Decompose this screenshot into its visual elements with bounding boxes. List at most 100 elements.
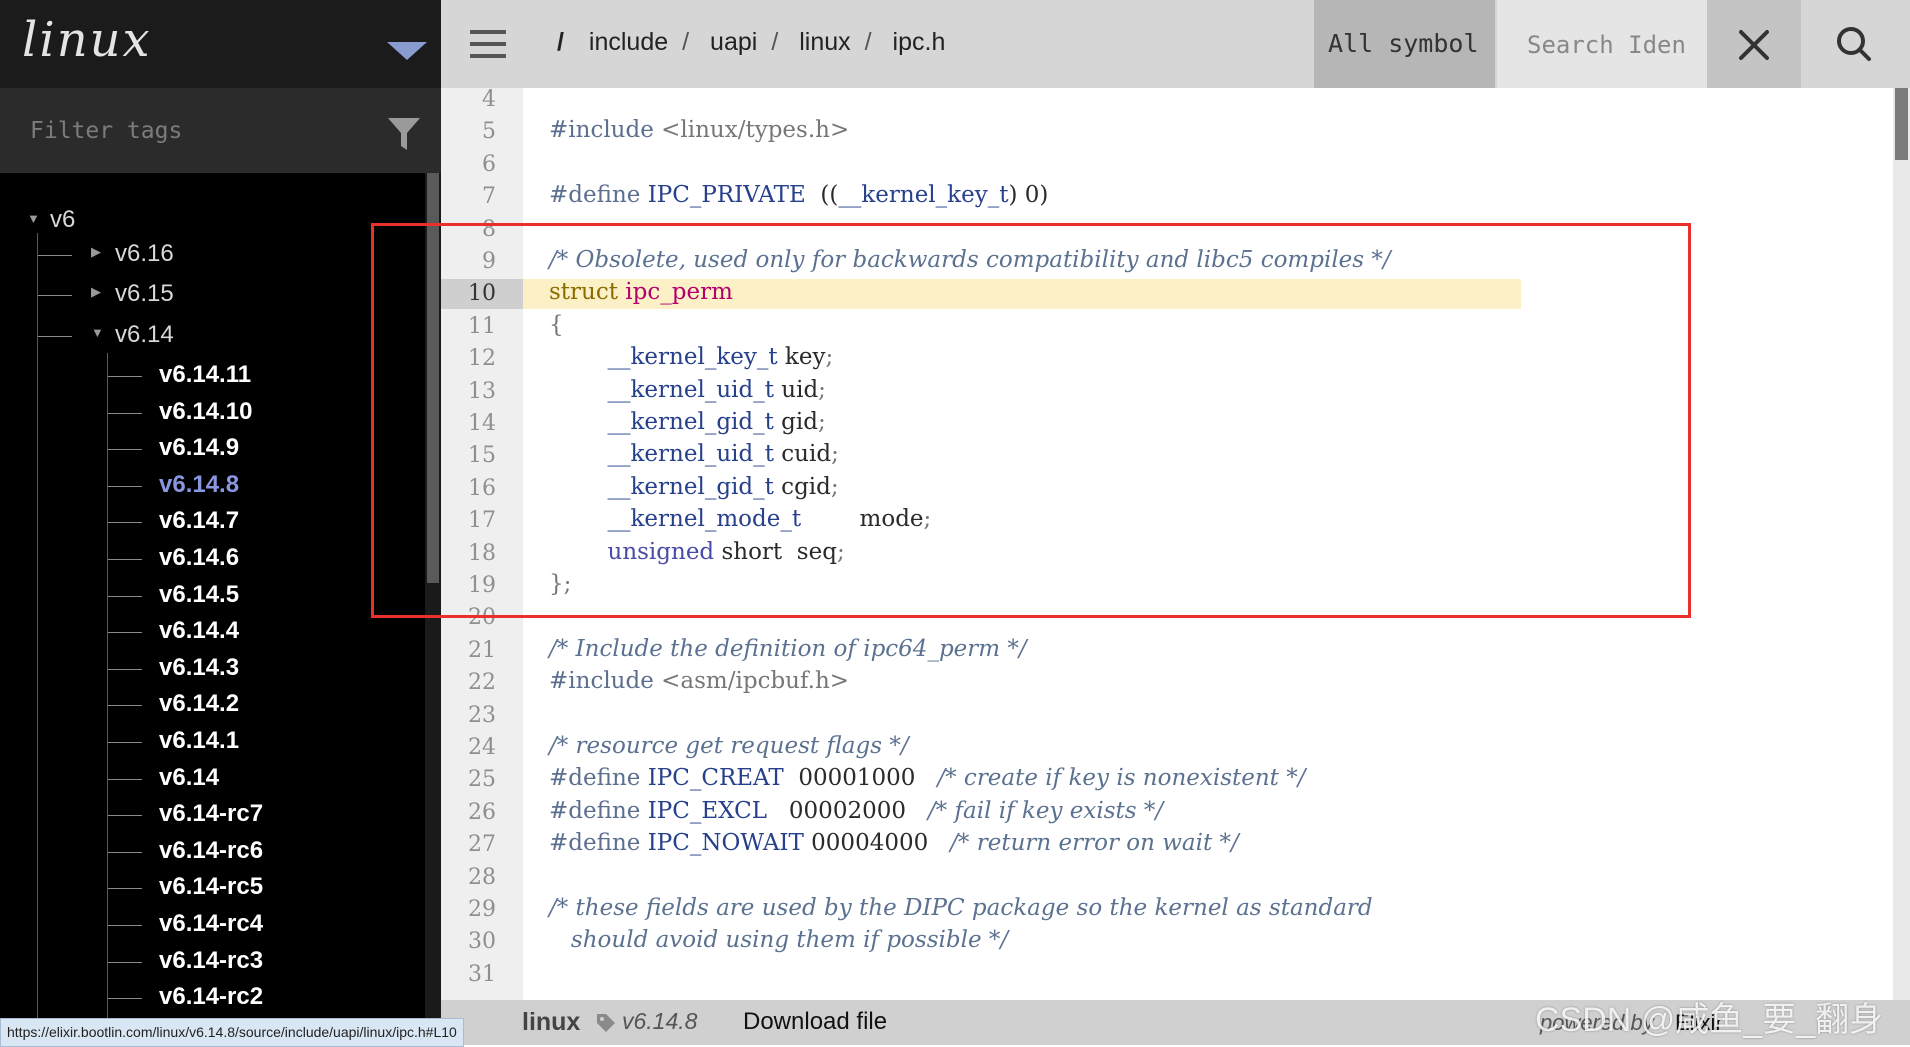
tag-icon	[597, 1014, 615, 1032]
identifier-link[interactable]: __kernel_key_t	[838, 182, 1008, 208]
tree-connector	[108, 925, 142, 926]
dropdown-arrow-icon[interactable]	[387, 42, 427, 60]
close-icon	[1739, 30, 1769, 60]
tree-version-item[interactable]: v6.14.7	[159, 507, 239, 535]
line-number[interactable]: 25	[441, 767, 496, 792]
breadcrumb-item[interactable]: linux	[799, 28, 850, 56]
tree-version-item[interactable]: v6.14.9	[159, 434, 239, 462]
tree-version-item[interactable]: v6.14-rc6	[159, 837, 263, 865]
footer-project[interactable]: linux	[522, 1008, 580, 1037]
code-line: #define IPC_EXCL 00002000 /* fail if key…	[549, 796, 1163, 826]
tree-connector	[108, 668, 142, 670]
code-line: #include <asm/ipcbuf.h>	[549, 666, 849, 696]
line-number[interactable]: 24	[441, 735, 496, 760]
tree-version-item[interactable]: v6.14-rc7	[159, 800, 263, 828]
code-token: 00002000	[766, 797, 928, 824]
code-token: <asm/ipcbuf.h>	[661, 668, 850, 695]
identifier-link[interactable]: IPC_PRIVATE	[648, 182, 806, 208]
identifier-link[interactable]: IPC_NOWAIT	[648, 830, 804, 856]
tree-connector	[108, 851, 142, 853]
code-scrollbar[interactable]	[1893, 88, 1910, 1000]
code-line: /* resource get request flags */	[549, 731, 909, 761]
tree-version-item[interactable]: v6.14.5	[159, 581, 239, 609]
tree-branch-v6.15[interactable]: v6.15	[115, 280, 174, 308]
download-file-link[interactable]: Download file	[743, 1008, 887, 1036]
line-number[interactable]: 22	[441, 670, 496, 695]
symbol-type-select[interactable]: All symbol	[1314, 0, 1495, 88]
breadcrumb-root[interactable]: /	[557, 28, 582, 56]
tree-version-item[interactable]: v6.14.4	[159, 617, 239, 645]
version-tree: ▼ v6 ▶ v6.16 ▶ v6.15 ▼ v6.14 v6.14.11 v6.14.10 v6.…	[0, 173, 425, 1045]
expand-triangle-icon[interactable]: ▶	[91, 284, 101, 300]
tree-connector	[108, 742, 142, 743]
tree-version-item[interactable]: v6.14.6	[159, 544, 239, 572]
line-number[interactable]: 31	[441, 962, 496, 987]
breadcrumb-item[interactable]: include	[589, 28, 668, 56]
breadcrumb-item[interactable]: uapi	[710, 28, 757, 56]
breadcrumb-item-current[interactable]: ipc.h	[893, 28, 946, 56]
code-token: /* Include the definition of ipc64_perm …	[549, 635, 1027, 662]
identifier-link[interactable]: IPC_EXCL	[648, 798, 767, 824]
tree-branch-v6.14[interactable]: v6.14	[115, 321, 174, 349]
tree-branch-v6.16[interactable]: v6.16	[115, 240, 174, 268]
tree-version-item[interactable]: v6.14-rc5	[159, 873, 263, 901]
line-number[interactable]: 6	[441, 152, 496, 177]
tree-version-item[interactable]: v6.14.10	[159, 398, 252, 426]
line-number[interactable]: 28	[441, 865, 496, 890]
line-number[interactable]: 4	[441, 87, 496, 112]
tree-connector	[108, 449, 142, 451]
status-bar-url: https://elixir.bootlin.com/linux/v6.14.8…	[0, 1018, 464, 1047]
collapse-triangle-icon[interactable]: ▼	[91, 325, 104, 340]
footer-version[interactable]: v6.14.8	[622, 1008, 697, 1035]
tree-version-item[interactable]: v6.14.2	[159, 690, 239, 718]
line-number[interactable]: 30	[441, 929, 496, 954]
search-button[interactable]	[1801, 0, 1910, 88]
code-token: /* create if key is nonexistent */	[937, 765, 1306, 792]
watermark: CSDN @咸鱼_要_翻身	[1535, 1001, 1884, 1039]
close-button[interactable]	[1707, 0, 1801, 88]
expand-triangle-icon[interactable]: ▶	[91, 244, 101, 260]
tree-connector	[38, 295, 72, 296]
code-token: #include	[549, 668, 662, 695]
tree-version-item[interactable]: v6.14.8	[159, 471, 239, 499]
filter-funnel-icon[interactable]	[387, 116, 421, 152]
collapse-triangle-icon[interactable]: ▼	[27, 211, 40, 226]
tree-connector	[108, 559, 142, 560]
code-token: ((	[805, 182, 839, 209]
menu-icon[interactable]	[470, 30, 506, 58]
tree-version-item[interactable]: v6.14.1	[159, 727, 239, 755]
line-number[interactable]: 7	[441, 184, 496, 209]
line-number[interactable]: 23	[441, 703, 496, 728]
line-number[interactable]: 27	[441, 832, 496, 857]
code-scrollbar-thumb[interactable]	[1895, 88, 1908, 160]
tree-version-item[interactable]: v6.14-rc4	[159, 910, 263, 938]
line-number[interactable]: 29	[441, 897, 496, 922]
search-box	[1497, 0, 1707, 88]
line-number[interactable]: 26	[441, 800, 496, 825]
tree-version-item[interactable]: v6.14-rc2	[159, 983, 263, 1011]
tree-root-v6[interactable]: v6	[50, 206, 75, 234]
tree-version-item[interactable]: v6.14.3	[159, 654, 239, 682]
project-selector[interactable]: linux	[0, 0, 441, 88]
tree-guide-line	[107, 353, 108, 1045]
tree-version-item[interactable]: v6.14.11	[159, 361, 251, 389]
code-token: should avoid using them if possible */	[549, 927, 1009, 954]
code-token: <linux/types.h>	[661, 117, 850, 144]
tree-version-item[interactable]: v6.14-rc3	[159, 947, 263, 975]
tree-version-item[interactable]: v6.14	[159, 764, 219, 792]
search-input[interactable]	[1525, 26, 1699, 64]
tree-connector	[108, 961, 142, 963]
search-icon	[1837, 27, 1871, 61]
code-line: #define IPC_PRIVATE ((__kernel_key_t) 0)	[549, 180, 1048, 210]
code-token: /* these fields are used by the DIPC pac…	[549, 895, 1373, 921]
tree-connector	[108, 815, 142, 817]
code-line: #define IPC_CREAT 00001000 /* create if …	[549, 763, 1306, 793]
line-number[interactable]: 5	[441, 119, 496, 144]
code-line: should avoid using them if possible */	[549, 925, 1008, 955]
tree-connector	[108, 522, 142, 524]
line-number[interactable]: 21	[441, 638, 496, 663]
tree-guide-line	[37, 233, 38, 1045]
identifier-link[interactable]: IPC_CREAT	[648, 765, 784, 791]
project-name: linux	[22, 12, 152, 68]
filter-tags-input[interactable]	[28, 112, 372, 150]
